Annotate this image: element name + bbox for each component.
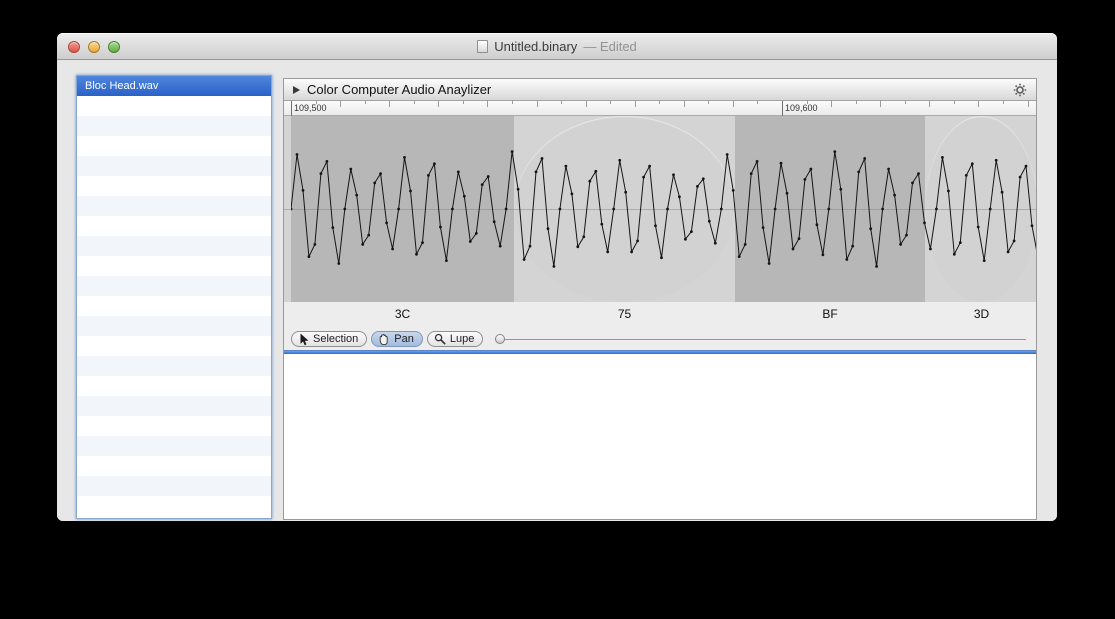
sidebar-empty-row[interactable] <box>77 216 271 236</box>
window-title-area: Untitled.binary — Edited <box>57 33 1057 60</box>
ruler-tick <box>929 101 931 107</box>
sidebar-empty-row[interactable] <box>77 136 271 156</box>
sidebar-empty-row[interactable] <box>77 176 271 196</box>
ruler-tick <box>610 101 612 104</box>
ruler-tick <box>757 101 759 104</box>
sidebar-empty-row[interactable] <box>77 336 271 356</box>
sidebar-empty-row[interactable] <box>77 236 271 256</box>
sidebar-empty-row[interactable] <box>77 276 271 296</box>
sidebar-empty-row[interactable] <box>77 256 271 276</box>
ruler-tick <box>364 101 366 104</box>
tool-lupe[interactable]: Lupe <box>426 331 484 347</box>
byte-label: 75 <box>617 307 632 321</box>
disclosure-triangle-icon[interactable] <box>293 85 300 94</box>
tool-label: Pan <box>394 333 414 345</box>
ruler-tick <box>438 101 440 107</box>
ruler-tick <box>732 101 734 107</box>
ruler-tick <box>561 101 563 104</box>
byte-label: BF <box>822 307 838 321</box>
sidebar-empty-row[interactable] <box>77 496 271 516</box>
ruler-tick <box>585 101 587 107</box>
tool-buttons: Selection Pan Lupe <box>291 331 487 347</box>
ruler-tick <box>1002 101 1004 104</box>
gear-icon[interactable] <box>1013 83 1027 97</box>
sidebar-empty-row[interactable] <box>77 156 271 176</box>
lower-pane <box>284 354 1036 519</box>
ruler-tick <box>536 101 538 107</box>
wave-canvas[interactable] <box>284 116 1036 302</box>
ruler-tick <box>340 101 342 107</box>
hand-icon <box>378 333 390 346</box>
ruler-tick <box>487 101 489 107</box>
window-content: Bloc Head.wav Color Computer Audio Anayl… <box>57 60 1057 521</box>
app-window: Untitled.binary — Edited Bloc Head.wav C… <box>57 33 1057 521</box>
ruler: 109,500 109,600 <box>284 101 1036 116</box>
sidebar-empty-row[interactable] <box>77 296 271 316</box>
ruler-tick <box>953 101 955 104</box>
ruler-tick <box>462 101 464 104</box>
ruler-tick <box>904 101 906 104</box>
ruler-tick <box>634 101 636 107</box>
band-labels: 3C 75 BF 3D <box>284 302 1036 328</box>
sidebar-item[interactable]: Bloc Head.wav <box>77 76 271 96</box>
sidebar-list: Bloc Head.wav <box>76 75 272 519</box>
ruler-tick <box>978 101 980 107</box>
tool-label: Lupe <box>449 333 475 345</box>
main-panel: Color Computer Audio Anaylizer 109,500 10… <box>283 78 1037 520</box>
magnifier-icon <box>434 333 446 345</box>
document-proxy-icon[interactable] <box>477 40 489 53</box>
ruler-tick <box>831 101 833 107</box>
window-edited-badge: — Edited <box>583 39 637 54</box>
sidebar-empty-row[interactable] <box>77 116 271 136</box>
sidebar-empty-row[interactable] <box>77 456 271 476</box>
ruler-tick <box>880 101 882 107</box>
window-title: Untitled.binary <box>494 39 578 54</box>
sidebar-empty-row[interactable] <box>77 356 271 376</box>
ruler-tick <box>659 101 661 104</box>
sidebar-empty-row[interactable] <box>77 416 271 436</box>
ruler-major-tick <box>782 101 783 116</box>
sidebar-empty-row[interactable] <box>77 476 271 496</box>
tool-label: Selection <box>313 333 359 345</box>
sidebar-empty-row[interactable] <box>77 436 271 456</box>
ruler-label: 109,500 <box>294 103 327 113</box>
cursor-icon <box>298 333 309 346</box>
ruler-tick <box>708 101 710 104</box>
ruler-tick <box>1027 101 1029 107</box>
ruler-tick <box>855 101 857 104</box>
ruler-label: 109,600 <box>785 103 818 113</box>
tool-pan[interactable]: Pan <box>371 331 423 347</box>
ruler-tick <box>389 101 391 107</box>
inspector-title: Color Computer Audio Anaylizer <box>307 82 492 97</box>
tool-selection[interactable]: Selection <box>291 331 368 347</box>
ruler-tick <box>413 101 415 104</box>
title-bar[interactable]: Untitled.binary — Edited <box>57 33 1057 60</box>
sidebar-empty-row[interactable] <box>77 376 271 396</box>
sidebar-empty-row[interactable] <box>77 96 271 116</box>
ruler-tick <box>683 101 685 107</box>
ruler-major-tick <box>291 101 292 116</box>
zoom-slider[interactable] <box>495 333 1026 344</box>
ruler-tick <box>511 101 513 104</box>
sidebar-empty-row[interactable] <box>77 396 271 416</box>
zoom-slider-knob[interactable] <box>495 333 506 344</box>
sidebar-empty-row[interactable] <box>77 196 271 216</box>
tool-row: Selection Pan Lupe <box>284 328 1036 350</box>
byte-label: 3D <box>973 307 990 321</box>
inspector-header: Color Computer Audio Anaylizer <box>284 79 1036 101</box>
sidebar-empty-row[interactable] <box>77 316 271 336</box>
byte-label: 3C <box>394 307 411 321</box>
waveform <box>291 150 1036 268</box>
